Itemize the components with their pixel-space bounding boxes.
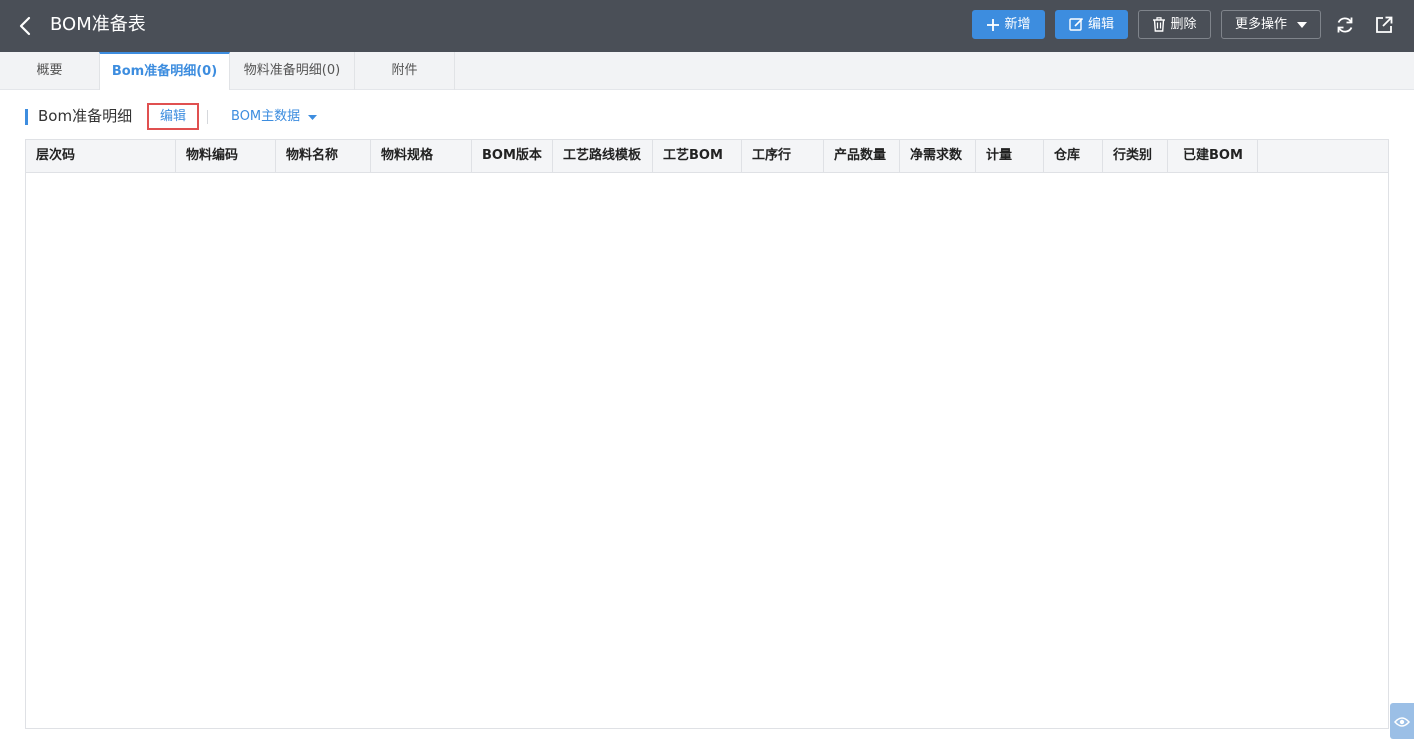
column-header-unit[interactable]: 计量 xyxy=(976,140,1044,172)
column-header-material-name[interactable]: 物料名称 xyxy=(276,140,371,172)
tab-attachments[interactable]: 附件 xyxy=(355,52,455,90)
table-body xyxy=(26,173,1388,728)
caret-down-icon xyxy=(1297,21,1307,28)
column-header-level-code[interactable]: 层次码 xyxy=(26,140,176,172)
add-button-label: 新增 xyxy=(1004,17,1031,32)
share-external-icon[interactable] xyxy=(1373,14,1395,36)
column-header-bom-version[interactable]: BOM版本 xyxy=(472,140,553,172)
column-header-material-code[interactable]: 物料编码 xyxy=(176,140,276,172)
column-header-line-type[interactable]: 行类别 xyxy=(1103,140,1168,172)
back-arrow-icon[interactable] xyxy=(14,14,38,38)
bom-master-data-label: BOM主数据 xyxy=(231,109,301,124)
more-actions-label: 更多操作 xyxy=(1234,17,1287,32)
edit-button-label: 编辑 xyxy=(1087,17,1114,32)
more-actions-dropdown[interactable]: 更多操作 xyxy=(1221,10,1321,39)
delete-button-label: 删除 xyxy=(1170,17,1197,32)
top-header: BOM准备表 新增 编辑 删除 更多操作 xyxy=(0,0,1414,52)
delete-button[interactable]: 删除 xyxy=(1138,10,1211,39)
edit-button[interactable]: 编辑 xyxy=(1055,10,1128,39)
column-header-route-template[interactable]: 工艺路线模板 xyxy=(553,140,653,172)
column-header-net-demand[interactable]: 净需求数 xyxy=(900,140,976,172)
column-header-material-spec[interactable]: 物料规格 xyxy=(371,140,472,172)
tab-overview[interactable]: 概要 xyxy=(0,52,100,90)
toolbar-divider xyxy=(207,110,208,124)
column-header-process-bom[interactable]: 工艺BOM xyxy=(653,140,742,172)
column-header-warehouse[interactable]: 仓库 xyxy=(1044,140,1103,172)
eye-icon xyxy=(1394,714,1410,733)
tab-bom-detail[interactable]: Bom准备明细(0) xyxy=(99,52,230,90)
column-header-bom-created[interactable]: 已建BOM xyxy=(1168,140,1258,172)
column-header-product-quantity[interactable]: 产品数量 xyxy=(824,140,900,172)
view-toggle-button[interactable] xyxy=(1390,703,1414,739)
edit-icon xyxy=(1069,17,1084,32)
page-title: BOM准备表 xyxy=(50,14,146,35)
section-accent-bar xyxy=(25,109,28,125)
table-header: 层次码 物料编码 物料名称 物料规格 BOM版本 工艺路线模板 工艺BOM 工序… xyxy=(26,140,1388,173)
section-title: Bom准备明细 xyxy=(38,107,133,125)
bom-detail-table: 层次码 物料编码 物料名称 物料规格 BOM版本 工艺路线模板 工艺BOM 工序… xyxy=(25,139,1389,729)
plus-icon xyxy=(986,18,1000,32)
section-edit-link[interactable]: 编辑 xyxy=(147,103,199,130)
caret-down-icon xyxy=(308,108,318,126)
bom-master-data-dropdown[interactable]: BOM主数据 xyxy=(231,108,318,126)
add-button[interactable]: 新增 xyxy=(972,10,1045,39)
refresh-icon[interactable] xyxy=(1334,14,1356,36)
column-header-operation-line[interactable]: 工序行 xyxy=(742,140,824,172)
tab-material-detail[interactable]: 物料准备明细(0) xyxy=(230,52,355,90)
trash-icon xyxy=(1152,17,1166,32)
tab-bar: 概要 Bom准备明细(0) 物料准备明细(0) 附件 xyxy=(0,52,1414,90)
